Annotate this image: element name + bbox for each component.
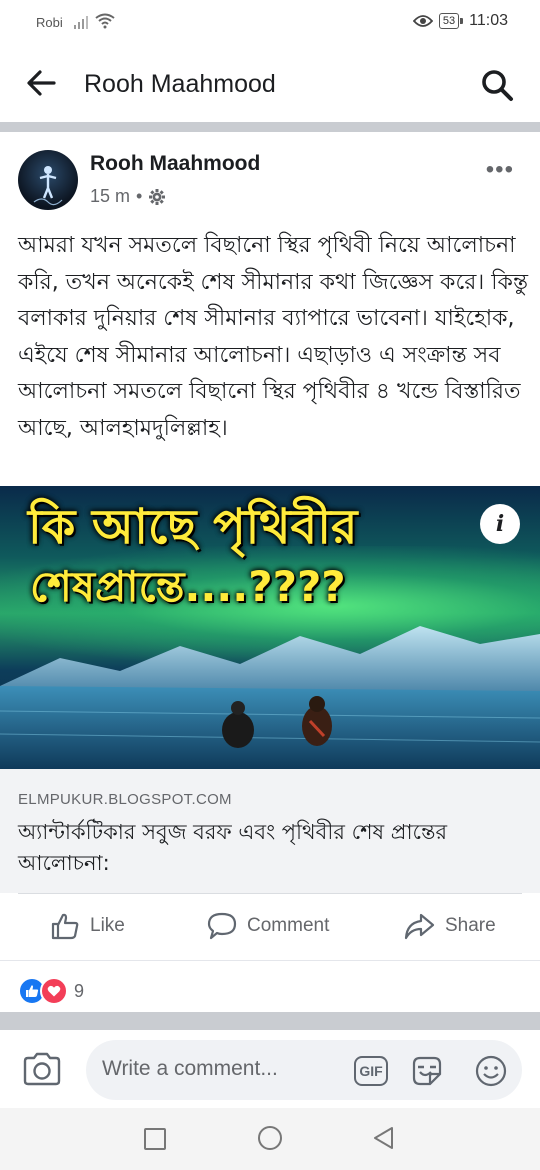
back-arrow-icon[interactable] xyxy=(26,70,56,96)
post-time[interactable]: 15 m xyxy=(90,186,130,207)
share-button[interactable]: Share xyxy=(403,911,496,941)
comment-placeholder: Write a comment... xyxy=(102,1057,278,1080)
meta-separator: • xyxy=(136,186,143,206)
comment-input[interactable]: Write a comment... GIF xyxy=(86,1040,522,1100)
system-nav-bar xyxy=(0,1108,540,1170)
avatar-figure-icon xyxy=(33,166,63,206)
status-right: 53 11:03 xyxy=(412,12,508,30)
recent-apps-icon[interactable] xyxy=(144,1128,166,1150)
signal-icon xyxy=(74,16,88,29)
reaction-count: 9 xyxy=(74,980,85,1001)
link-preview-image[interactable]: কি আছে পৃথিবীর শেষপ্রান্তে....???? i xyxy=(0,486,540,769)
emoji-icon[interactable] xyxy=(474,1054,508,1088)
post-actions: Like Comment Share xyxy=(0,895,540,959)
carrier-label: Robi xyxy=(36,15,63,30)
comment-bubble-icon xyxy=(207,912,237,940)
share-arrow-icon xyxy=(404,913,435,940)
like-button[interactable]: Like xyxy=(50,911,125,941)
section-divider xyxy=(0,122,540,132)
comment-composer: Write a comment... GIF xyxy=(0,1030,540,1108)
image-headline-2: শেষপ্রান্তে....???? xyxy=(30,562,346,611)
post-header: Rooh Maahmood 15 m • ••• xyxy=(0,132,540,212)
eye-icon xyxy=(412,15,433,27)
avatar[interactable] xyxy=(18,150,78,210)
thumbs-up-icon xyxy=(51,913,79,940)
section-divider-bottom xyxy=(0,1012,540,1030)
link-domain: ELMPUKUR.BLOGSPOT.COM xyxy=(18,791,232,808)
love-reaction-icon xyxy=(40,977,68,1005)
page-title: Rooh Maahmood xyxy=(84,70,276,98)
wifi-icon xyxy=(95,13,115,29)
like-label: Like xyxy=(90,915,125,936)
gear-icon xyxy=(149,188,166,205)
info-icon[interactable]: i xyxy=(480,504,520,544)
status-bar: Robi 53 11:03 xyxy=(0,0,540,46)
share-label: Share xyxy=(445,915,496,936)
link-card[interactable]: ELMPUKUR.BLOGSPOT.COM অ্যান্টার্কটিকার স… xyxy=(0,769,540,893)
camera-icon[interactable] xyxy=(22,1052,62,1086)
card-divider xyxy=(18,893,522,894)
gif-button[interactable]: GIF xyxy=(354,1056,388,1086)
comment-button[interactable]: Comment xyxy=(207,911,329,941)
home-icon[interactable] xyxy=(258,1126,282,1150)
sticker-icon[interactable] xyxy=(410,1054,444,1088)
app-bar: Rooh Maahmood xyxy=(0,46,540,122)
battery-level: 53 xyxy=(438,13,464,29)
reaction-summary[interactable]: 9 xyxy=(18,977,84,1005)
comment-label: Comment xyxy=(247,915,330,936)
post-meta: 15 m • xyxy=(90,186,166,207)
clock: 11:03 xyxy=(469,12,508,29)
post-text: আমরা যখন সমতলে বিছানো স্থির পৃথিবী নিয়ে… xyxy=(18,233,529,441)
back-triangle-icon[interactable] xyxy=(372,1126,394,1150)
search-icon[interactable] xyxy=(480,68,514,102)
more-options-icon[interactable]: ••• xyxy=(486,156,514,184)
post-author-name[interactable]: Rooh Maahmood xyxy=(90,152,260,176)
actions-divider xyxy=(0,960,540,961)
link-title: অ্যান্টার্কটিকার সবুজ বরফ এবং পৃথিবীর শে… xyxy=(18,820,448,875)
